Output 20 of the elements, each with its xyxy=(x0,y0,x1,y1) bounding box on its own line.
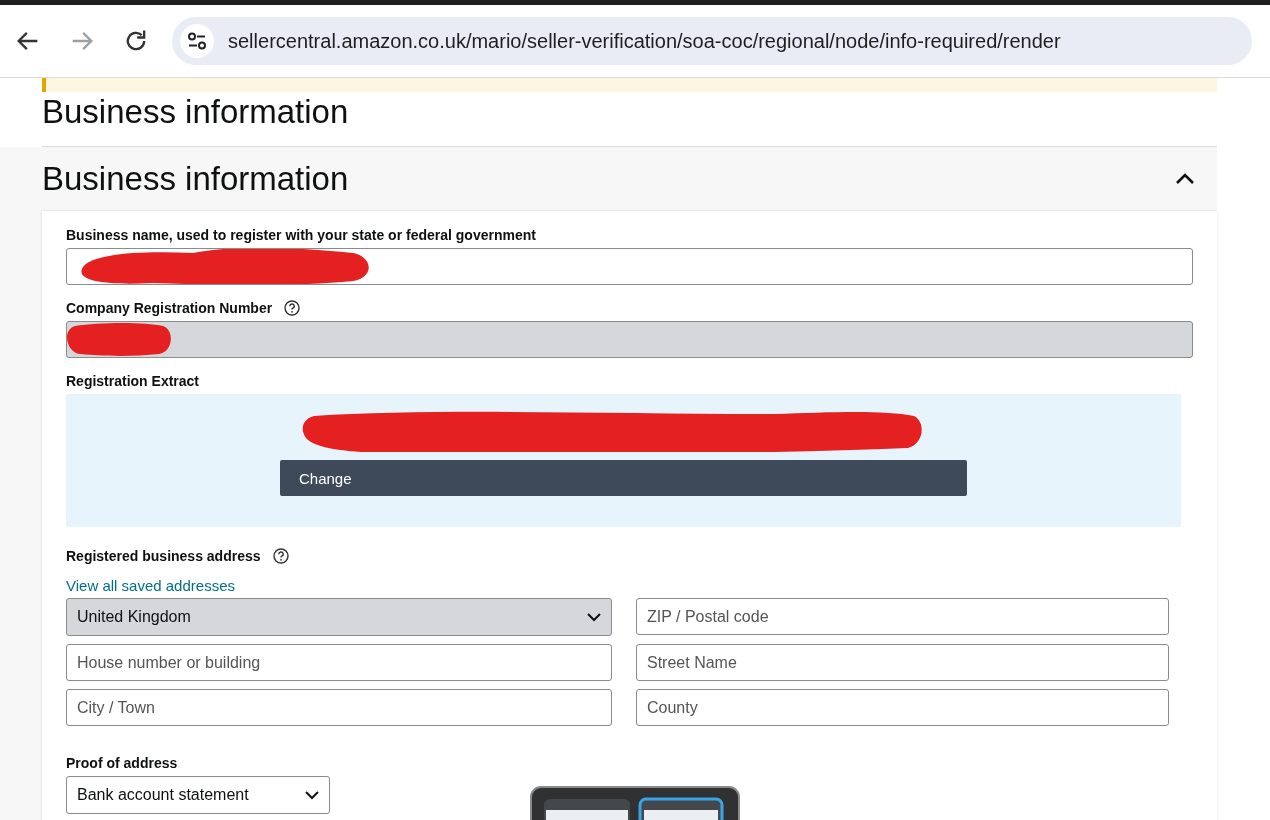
site-settings-icon[interactable] xyxy=(187,32,207,50)
input-field[interactable]: Street Name xyxy=(636,644,1169,681)
field-label: Registered business address xyxy=(66,548,261,564)
caret-icon xyxy=(587,612,601,622)
section-title: Business information xyxy=(42,160,349,198)
field-label: Proof of address xyxy=(66,755,178,771)
field-label: Business name, used to register with your state or federal government xyxy=(66,227,536,243)
caret-icon xyxy=(305,790,319,800)
text-field[interactable] xyxy=(66,248,1193,285)
saved-addresses-link[interactable]: View all saved addresses xyxy=(66,577,235,594)
field-label: Registration Extract xyxy=(66,373,200,389)
change-button[interactable]: Change xyxy=(280,460,967,496)
help-icon[interactable] xyxy=(272,548,289,564)
field-label: Company Registration Number xyxy=(66,300,273,316)
input-field[interactable]: County xyxy=(636,689,1169,726)
input-field[interactable]: ZIP / Postal code xyxy=(636,598,1169,635)
document-type-dropdown[interactable]: Bank account statement xyxy=(66,776,330,814)
input-field[interactable]: City / Town xyxy=(66,689,612,726)
input-field[interactable]: House number or building xyxy=(66,644,612,681)
collapse-chevron-icon[interactable] xyxy=(1175,173,1195,185)
